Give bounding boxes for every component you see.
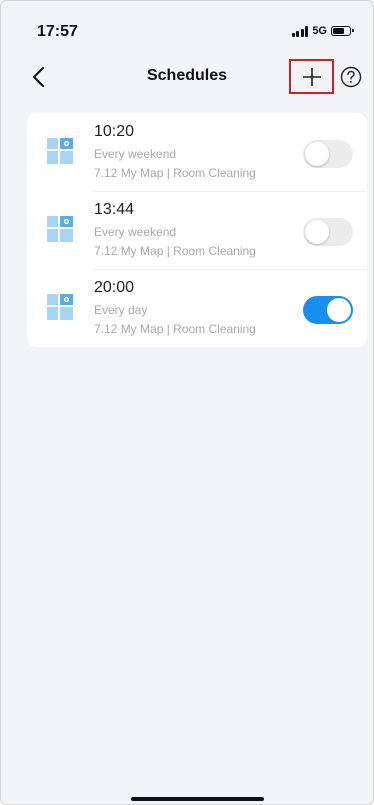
schedule-toggle[interactable] (303, 296, 353, 324)
schedule-time: 13:44 (94, 201, 135, 218)
map-icon (47, 138, 73, 164)
schedule-toggle[interactable] (303, 140, 353, 168)
add-schedule-button[interactable] (289, 59, 334, 94)
schedule-list: 10:20 Every weekend 7.12 My Map | Room C… (27, 113, 367, 347)
schedule-repeat: Every weekend (94, 147, 177, 161)
help-button[interactable] (339, 65, 363, 89)
app-screen: 17:57 5G Schedules 10:20 Every weekend 7… (0, 0, 374, 805)
schedule-repeat: Every day (94, 303, 148, 317)
schedule-item[interactable]: 13:44 Every weekend 7.12 My Map | Room C… (27, 191, 367, 269)
map-icon (47, 294, 73, 320)
schedule-repeat: Every weekend (94, 225, 177, 239)
schedule-detail: 7.12 My Map | Room Cleaning (94, 166, 256, 180)
toggle-knob (305, 142, 329, 166)
status-bar: 17:57 5G (1, 1, 373, 59)
schedule-detail: 7.12 My Map | Room Cleaning (94, 244, 256, 258)
toggle-knob (327, 298, 351, 322)
network-label: 5G (312, 25, 327, 37)
plus-icon (302, 67, 321, 86)
map-icon (47, 216, 73, 242)
schedule-item[interactable]: 20:00 Every day 7.12 My Map | Room Clean… (27, 269, 367, 347)
schedule-time: 20:00 (94, 279, 135, 296)
home-indicator (131, 797, 264, 801)
schedule-detail: 7.12 My Map | Room Cleaning (94, 322, 256, 336)
battery-icon (331, 26, 354, 36)
status-indicators: 5G (291, 25, 354, 37)
signal-icon (291, 25, 309, 37)
question-circle-icon (340, 66, 362, 88)
schedule-toggle[interactable] (303, 218, 353, 246)
schedule-time: 10:20 (94, 123, 135, 140)
status-time: 17:57 (37, 23, 78, 40)
schedule-item[interactable]: 10:20 Every weekend 7.12 My Map | Room C… (27, 113, 367, 191)
toggle-knob (305, 220, 329, 244)
nav-bar: Schedules (1, 59, 373, 95)
